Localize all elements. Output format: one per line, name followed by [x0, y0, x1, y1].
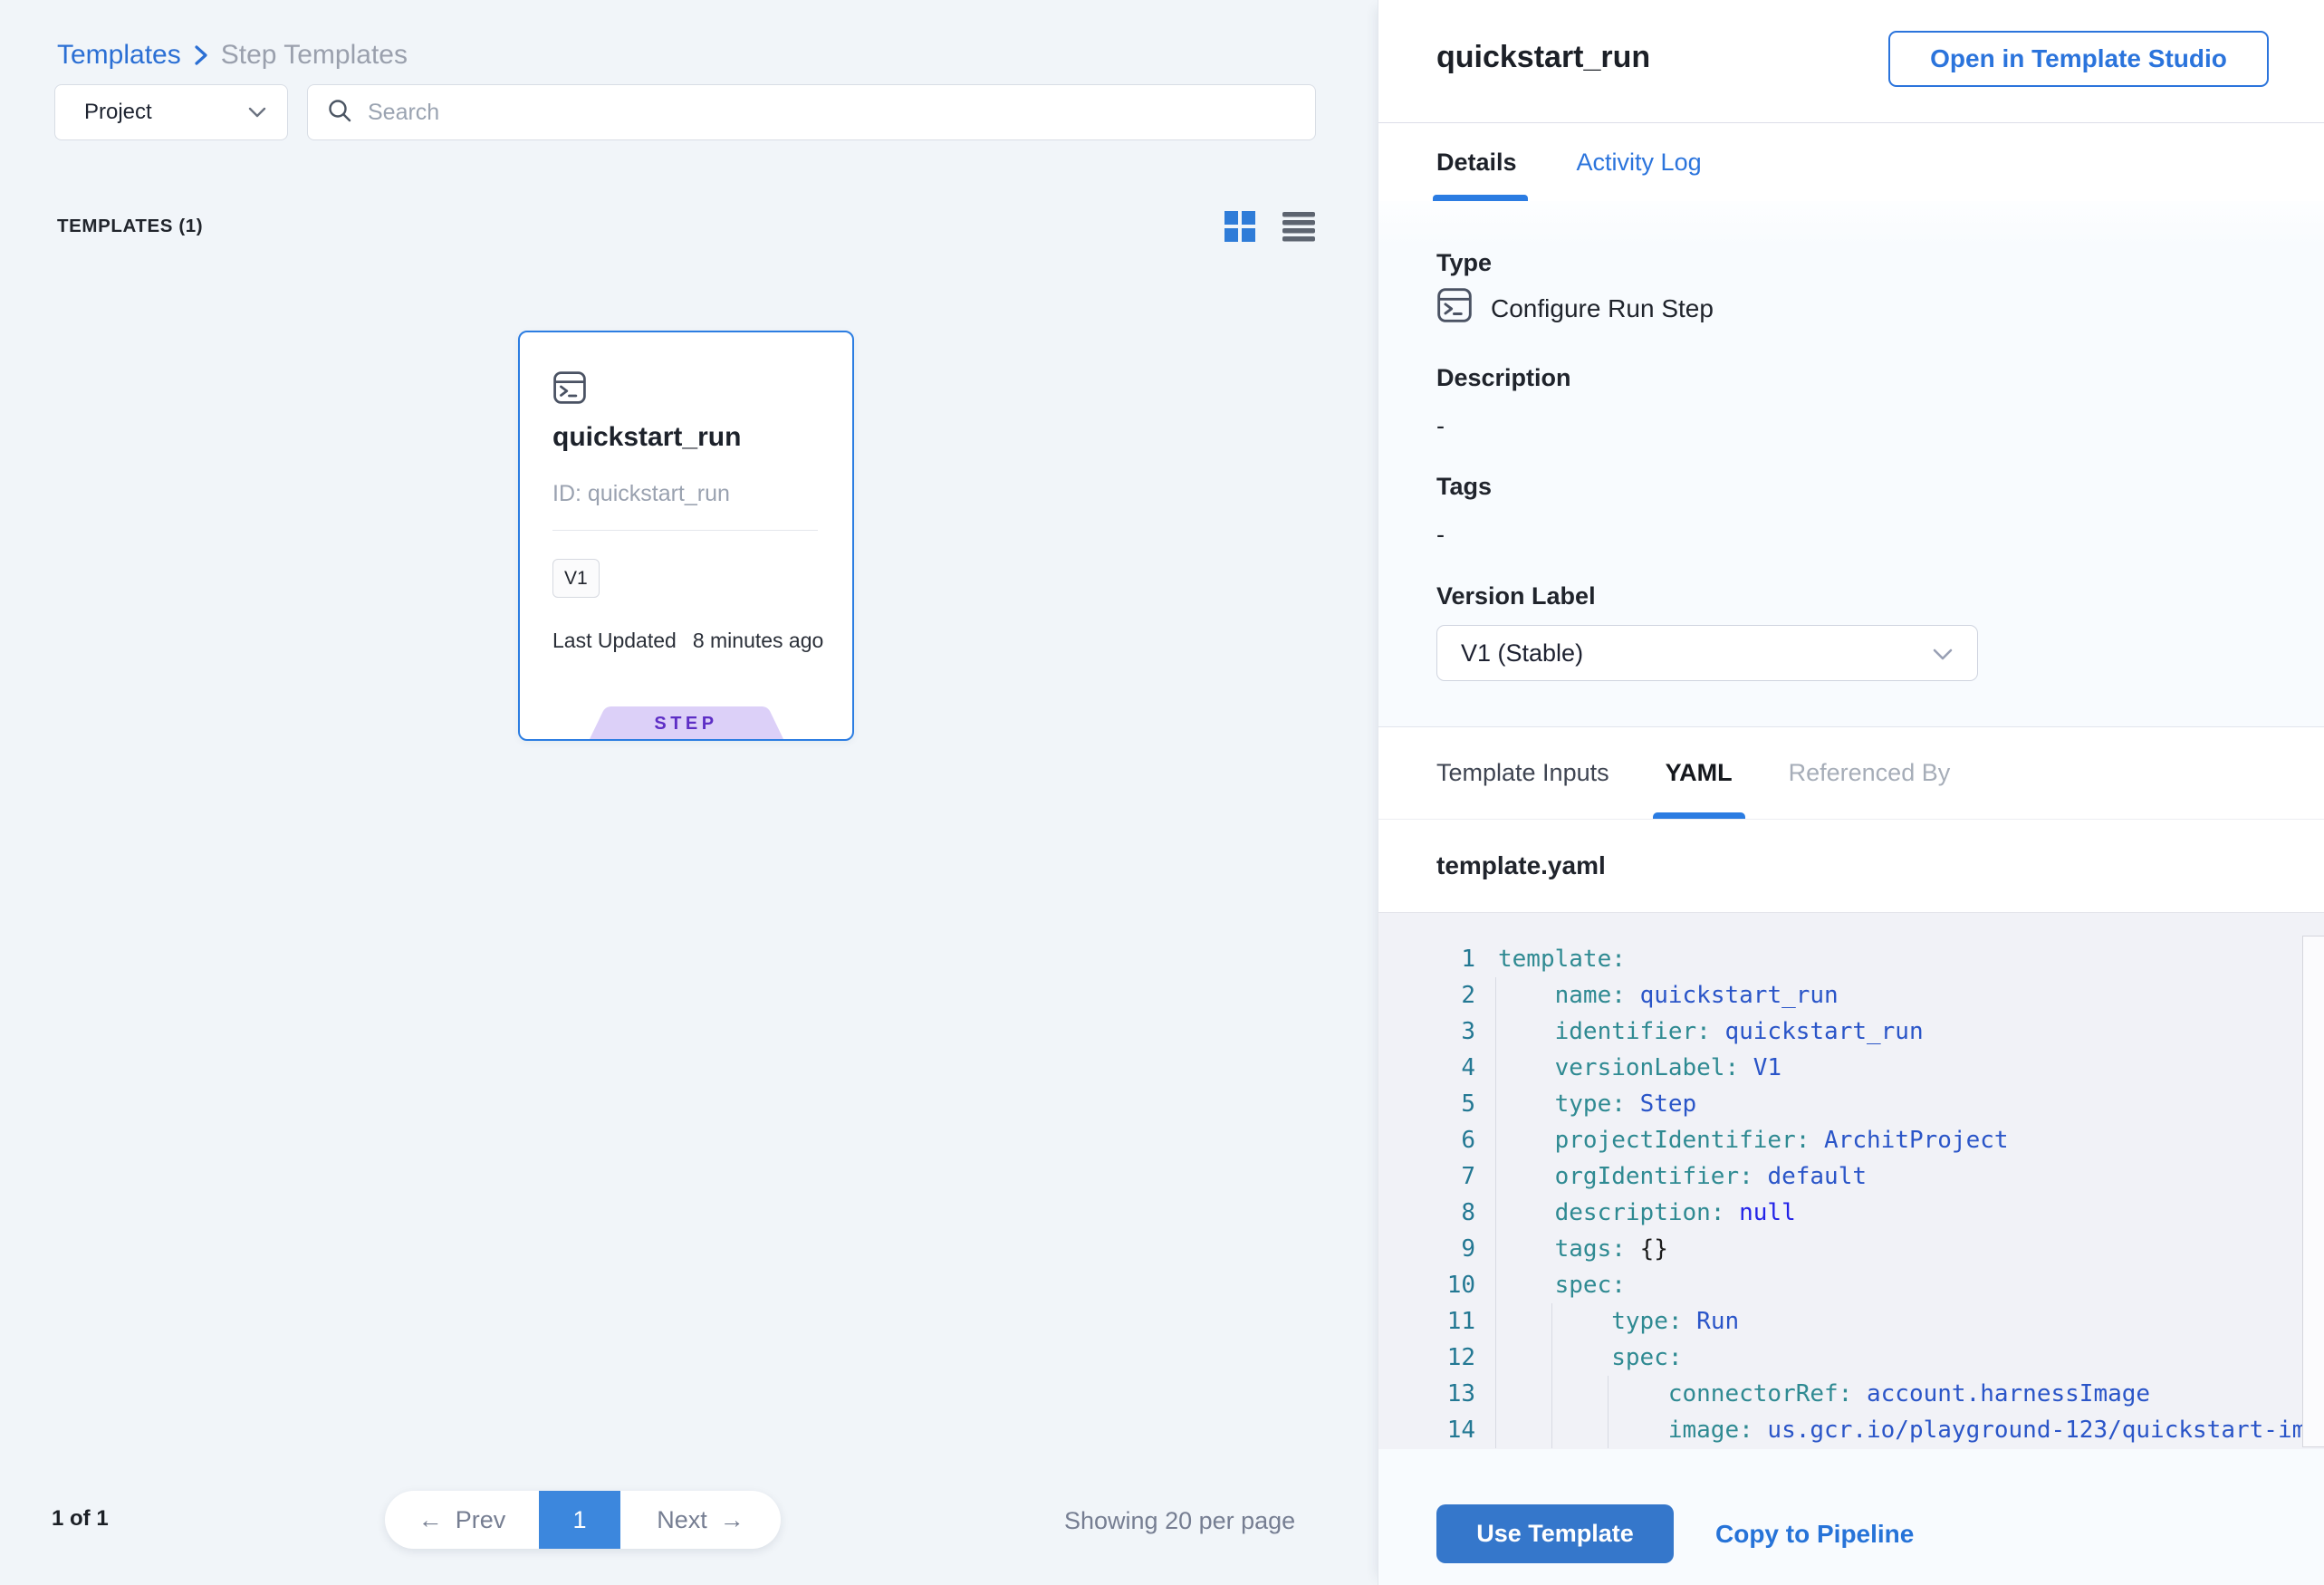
editor-scrollbar[interactable]: [2302, 936, 2324, 1447]
version-label-label: Version Label: [1436, 582, 1596, 610]
breadcrumb: Templates Step Templates: [57, 40, 408, 71]
yaml-code-lines: 1template:2 name: quickstart_run3 identi…: [1378, 941, 2302, 1448]
copy-to-pipeline-link[interactable]: Copy to Pipeline: [1715, 1504, 1914, 1563]
type-value-row: Configure Run Step: [1436, 288, 1714, 329]
version-select-value: V1 (Stable): [1461, 639, 1583, 668]
yaml-line: 4 versionLabel: V1: [1378, 1050, 2302, 1086]
yaml-line: 12 spec:: [1378, 1340, 2302, 1376]
page-size-text: Showing 20 per page: [1064, 1507, 1320, 1535]
tab-template-inputs[interactable]: Template Inputs: [1436, 727, 1609, 819]
yaml-file-band: template.yaml: [1378, 820, 2324, 912]
tags-value: -: [1436, 521, 1445, 549]
scope-select[interactable]: Project: [54, 84, 288, 140]
terminal-icon: [552, 371, 587, 408]
card-divider: [552, 530, 818, 531]
tab-referenced-by[interactable]: Referenced By: [1789, 727, 1951, 819]
card-last-updated: Last Updated 8 minutes ago: [552, 629, 823, 653]
yaml-line: 9 tags: {}: [1378, 1231, 2302, 1267]
panel-title: quickstart_run: [1436, 40, 1650, 75]
yaml-line: 8 description: null: [1378, 1195, 2302, 1231]
template-details-panel: quickstart_run Open in Template Studio D…: [1378, 0, 2324, 1585]
templates-page: Templates Step Templates Project TEMPLAT…: [0, 0, 2324, 1585]
yaml-line: 3 identifier: quickstart_run: [1378, 1013, 2302, 1050]
type-label: Type: [1436, 249, 1492, 277]
chevron-down-icon: [247, 100, 267, 125]
terminal-icon: [1436, 288, 1473, 329]
details-tabs: Details Activity Log: [1378, 123, 2324, 201]
grid-view-icon[interactable]: [1224, 211, 1255, 242]
type-value: Configure Run Step: [1491, 294, 1714, 323]
view-toggles: [1224, 211, 1315, 242]
description-label: Description: [1436, 364, 1571, 392]
chevron-right-icon: [194, 43, 208, 67]
yaml-line: 14 image: us.gcr.io/playground-123/quick…: [1378, 1412, 2302, 1448]
last-updated-value: 8 minutes ago: [693, 629, 823, 653]
scope-select-value: Project: [84, 100, 152, 125]
tab-details[interactable]: Details: [1436, 123, 1517, 201]
details-section: Type Configure Run Step Description - Ta…: [1378, 201, 2324, 726]
prev-page-button[interactable]: ← Prev: [385, 1491, 539, 1549]
yaml-file-name: template.yaml: [1436, 851, 1606, 880]
panel-footer: Use Template Copy to Pipeline: [1378, 1449, 2324, 1585]
page-1-button[interactable]: 1: [539, 1491, 620, 1549]
yaml-line: 7 orgIdentifier: default: [1378, 1158, 2302, 1195]
arrow-right-icon: →: [720, 1506, 744, 1534]
card-title: quickstart_run: [552, 422, 741, 453]
yaml-line: 13 connectorRef: account.harnessImage: [1378, 1376, 2302, 1412]
next-label: Next: [657, 1506, 707, 1534]
yaml-line: 11 type: Run: [1378, 1303, 2302, 1340]
list-view-icon[interactable]: [1282, 211, 1315, 242]
yaml-editor[interactable]: 1template:2 name: quickstart_run3 identi…: [1378, 912, 2324, 1449]
yaml-line: 10 spec:: [1378, 1267, 2302, 1303]
prev-label: Prev: [456, 1506, 506, 1534]
template-list-panel: Templates Step Templates Project TEMPLAT…: [0, 0, 1378, 1585]
breadcrumb-current: Step Templates: [221, 40, 408, 71]
search-icon: [326, 97, 353, 129]
template-card-quickstart-run[interactable]: quickstart_run ID: quickstart_run V1 Las…: [518, 331, 854, 741]
page-range: 1 of 1: [52, 1506, 109, 1532]
search-box: [307, 84, 1316, 140]
templates-count-header: TEMPLATES (1): [57, 216, 203, 237]
pagination: ← Prev 1 Next →: [385, 1491, 781, 1549]
tags-label: Tags: [1436, 473, 1492, 501]
yaml-line: 6 projectIdentifier: ArchitProject: [1378, 1122, 2302, 1158]
tab-yaml[interactable]: YAML: [1666, 727, 1733, 819]
next-page-button[interactable]: Next →: [620, 1491, 781, 1549]
version-badge: V1: [552, 559, 600, 598]
version-select[interactable]: V1 (Stable): [1436, 625, 1978, 681]
tab-activity-log[interactable]: Activity Log: [1577, 123, 1702, 201]
open-in-template-studio-button[interactable]: Open in Template Studio: [1888, 31, 2269, 87]
yaml-line: 2 name: quickstart_run: [1378, 977, 2302, 1013]
step-ribbon: STEP: [590, 706, 783, 739]
use-template-button[interactable]: Use Template: [1436, 1504, 1674, 1563]
search-input[interactable]: [368, 100, 1297, 126]
step-ribbon-label: STEP: [590, 714, 783, 735]
content-tabs: Template Inputs YAML Referenced By: [1378, 726, 2324, 820]
last-updated-label: Last Updated: [552, 629, 677, 653]
card-id: ID: quickstart_run: [552, 481, 730, 507]
chevron-down-icon: [1932, 639, 1954, 668]
yaml-line: 5 type: Step: [1378, 1086, 2302, 1122]
details-header: quickstart_run Open in Template Studio: [1378, 0, 2324, 123]
description-value: -: [1436, 412, 1445, 440]
breadcrumb-templates-link[interactable]: Templates: [57, 40, 181, 71]
arrow-left-icon: ←: [418, 1506, 443, 1534]
yaml-line: 1template:: [1378, 941, 2302, 977]
